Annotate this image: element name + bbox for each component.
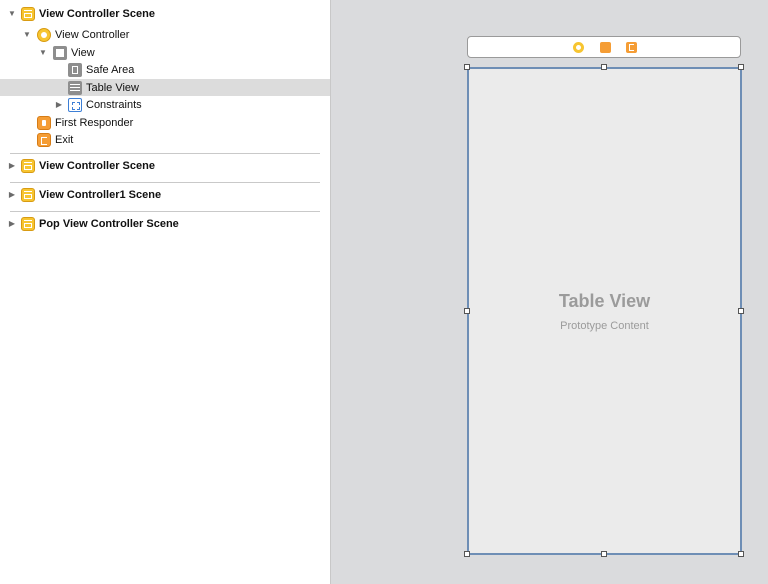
resize-handle-top-left[interactable] <box>464 64 470 70</box>
view-controller-icon <box>37 27 51 42</box>
outline-row-label: Pop View Controller Scene <box>39 217 179 230</box>
exit-icon <box>37 132 51 147</box>
outline-row-scene-2[interactable]: ▶ View Controller Scene <box>0 157 330 174</box>
outline-row-label: View Controller Scene <box>39 7 155 20</box>
first-responder-icon[interactable] <box>600 42 611 53</box>
outline-row-constraints[interactable]: ▶ Constraints <box>0 96 330 113</box>
resize-handle-bottom[interactable] <box>601 551 607 557</box>
table-view-icon <box>68 80 82 95</box>
outline-row-label: View <box>71 46 95 59</box>
scene-divider <box>10 211 320 212</box>
resize-handle-left[interactable] <box>464 308 470 314</box>
outline-row-label: View Controller <box>55 28 130 41</box>
table-view-title: Table View <box>558 291 651 311</box>
first-responder-icon <box>37 115 51 130</box>
outline-row-label: Constraints <box>86 98 142 111</box>
outline-row-view-controller[interactable]: ▼ View Controller <box>0 26 330 43</box>
constraints-icon <box>68 97 82 112</box>
disclosure-expanded-icon[interactable]: ▼ <box>7 9 17 19</box>
resize-handle-top[interactable] <box>601 64 607 70</box>
resize-handle-right[interactable] <box>738 308 744 314</box>
disclosure-expanded-icon[interactable]: ▼ <box>38 48 48 58</box>
outline-row-label: Exit <box>55 133 74 146</box>
resize-handle-top-right[interactable] <box>738 64 744 70</box>
scene-dock[interactable] <box>467 36 741 58</box>
outline-row-first-responder[interactable]: First Responder <box>0 114 330 131</box>
scene-icon <box>21 158 35 173</box>
scene-icon <box>21 6 35 21</box>
resize-handle-bottom-left[interactable] <box>464 551 470 557</box>
outline-row-label: View Controller1 Scene <box>39 188 162 201</box>
scene-icon <box>21 187 35 202</box>
table-view[interactable]: Table View Prototype Content <box>467 67 742 555</box>
outline-row-label: Table View <box>86 81 139 94</box>
outline-row-scene-3[interactable]: ▶ View Controller1 Scene <box>0 186 330 203</box>
exit-icon[interactable] <box>626 42 637 53</box>
outline-row-table-view[interactable]: Table View <box>0 79 330 96</box>
view-icon <box>53 45 67 60</box>
storyboard-canvas[interactable]: Table View Prototype Content <box>331 0 768 584</box>
scene-divider <box>10 153 320 154</box>
disclosure-collapsed-icon[interactable]: ▶ <box>7 161 17 171</box>
document-outline: ▼ View Controller Scene ▼ View Controlle… <box>0 0 331 584</box>
outline-row-view-controller-scene[interactable]: ▼ View Controller Scene <box>0 5 330 22</box>
view-controller-icon[interactable] <box>573 42 584 53</box>
resize-handle-bottom-right[interactable] <box>738 551 744 557</box>
safe-area-icon <box>68 62 82 77</box>
outline-row-label: View Controller Scene <box>39 159 155 172</box>
disclosure-collapsed-icon[interactable]: ▶ <box>7 190 17 200</box>
disclosure-collapsed-icon[interactable]: ▶ <box>54 100 64 110</box>
table-view-subtitle: Prototype Content <box>560 320 649 332</box>
outline-row-label: Safe Area <box>86 63 135 76</box>
outline-row-exit[interactable]: Exit <box>0 131 330 148</box>
scene-icon <box>21 216 35 231</box>
outline-row-label: First Responder <box>55 116 134 129</box>
disclosure-expanded-icon[interactable]: ▼ <box>22 30 32 40</box>
outline-row-view[interactable]: ▼ View <box>0 44 330 61</box>
outline-row-scene-4[interactable]: ▶ Pop View Controller Scene <box>0 215 330 232</box>
outline-row-safe-area[interactable]: Safe Area <box>0 61 330 78</box>
disclosure-collapsed-icon[interactable]: ▶ <box>7 219 17 229</box>
scene-divider <box>10 182 320 183</box>
